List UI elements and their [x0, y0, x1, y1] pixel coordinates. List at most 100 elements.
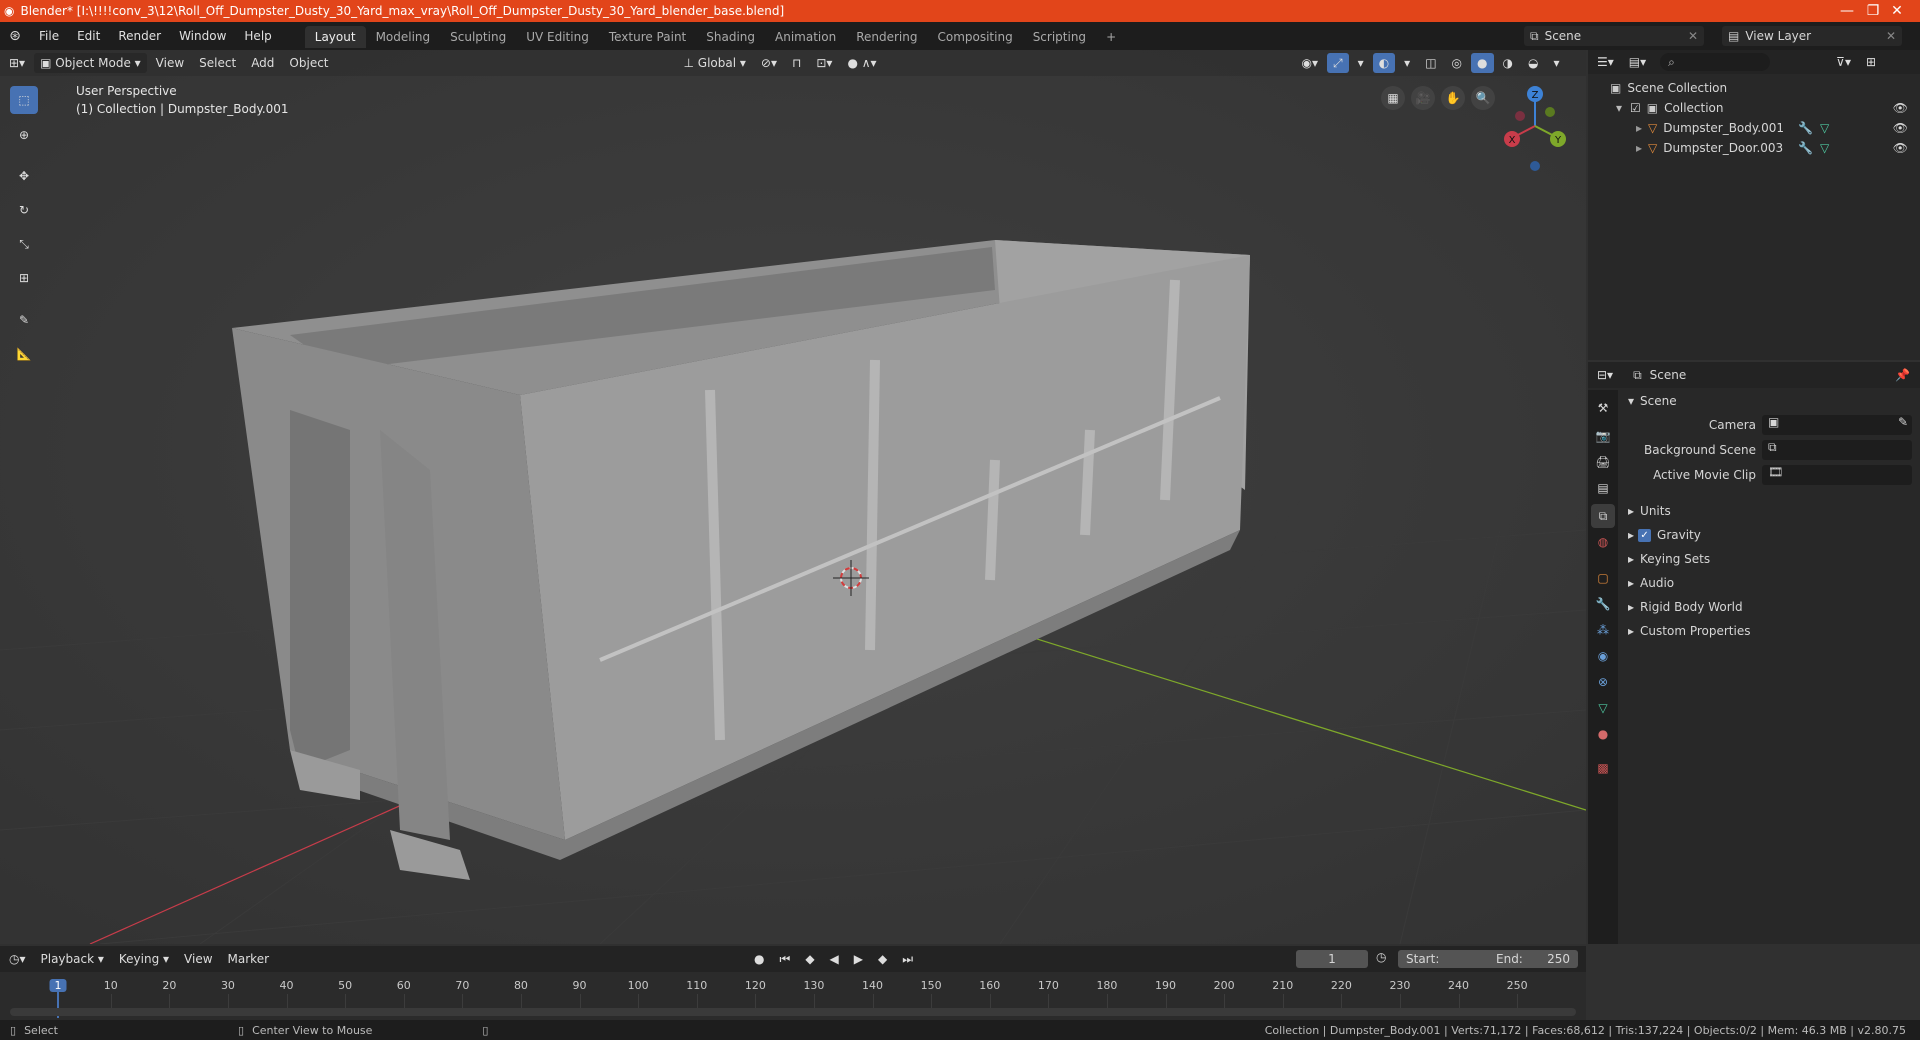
material-tab[interactable]: ● [1591, 722, 1615, 746]
snap-icon[interactable]: ⊓ [786, 53, 807, 73]
outliner-editor-type-icon[interactable]: ☰▾ [1591, 52, 1620, 72]
zoom-view-button[interactable]: 🔍 [1471, 86, 1495, 110]
current-frame-indicator[interactable]: 1 [49, 979, 67, 992]
menu-file[interactable]: File [30, 22, 68, 50]
properties-editor-type-icon[interactable]: ⊟▾ [1591, 365, 1619, 385]
menu-window[interactable]: Window [170, 22, 235, 50]
scene-tab[interactable]: ⧉ [1591, 504, 1615, 528]
scale-tool[interactable]: ⤡ [10, 230, 38, 258]
expand-arrow-icon[interactable]: ▸ [1636, 121, 1642, 135]
transform-orientation-dropdown[interactable]: ⊥ Global ▾ [678, 53, 752, 73]
rendered-shading-icon[interactable]: ◒ [1522, 53, 1544, 73]
pan-view-button[interactable]: ✋ [1441, 86, 1465, 110]
scene-name-field[interactable]: Scene [1545, 29, 1582, 43]
tab-uv-editing[interactable]: UV Editing [516, 26, 599, 48]
overlay-dropdown-icon[interactable]: ▾ [1398, 53, 1416, 73]
measure-tool[interactable]: 📐 [10, 340, 38, 368]
constraints-tab[interactable]: ⊗ [1591, 670, 1615, 694]
new-collection-icon[interactable]: ⊞ [1860, 52, 1882, 72]
outliner[interactable]: ☰▾ ▤▾ ⌕ ⊽▾ ⊞ ▣ Scene Collection ▾ ☑ ▣ Co… [1588, 50, 1920, 360]
blender-menu-icon[interactable]: ⊛ [0, 28, 30, 44]
tab-scripting[interactable]: Scripting [1023, 26, 1096, 48]
navigation-gizmo[interactable]: Z X Y [1500, 84, 1570, 174]
collapse-arrow-icon[interactable]: ▸ [1628, 624, 1634, 638]
tool-tab[interactable]: ⚒ [1591, 396, 1615, 420]
object-mode-dropdown[interactable]: ▣ Object Mode ▾ [34, 53, 147, 73]
tab-layout[interactable]: Layout [304, 26, 366, 48]
camera-view-button[interactable]: 🎥 [1411, 86, 1435, 110]
collapse-arrow-icon[interactable]: ▸ [1628, 600, 1634, 614]
eyedropper-icon[interactable]: ✎ [1898, 415, 1908, 429]
timeline[interactable]: ◷▾ Playback ▾ Keying ▾ View Marker ● ⏮ ◆… [0, 946, 1586, 1022]
outliner-collection[interactable]: ▾ ☑ ▣ Collection 👁 [1588, 98, 1920, 118]
filter-icon[interactable]: ⊽▾ [1830, 52, 1857, 72]
close-button[interactable]: ✕ [1874, 0, 1920, 22]
tab-animation[interactable]: Animation [765, 26, 846, 48]
select-box-tool[interactable]: ⬚ [10, 86, 38, 114]
close-icon[interactable]: ✕ [1886, 29, 1896, 43]
xray-icon[interactable]: ◫ [1419, 53, 1442, 73]
modifiers-tab[interactable]: 🔧 [1591, 592, 1615, 616]
close-icon[interactable]: ✕ [1688, 29, 1698, 43]
active-movie-clip-field[interactable]: 🎞 [1762, 465, 1912, 485]
custom-properties-panel-header[interactable]: ▸ Custom Properties [1622, 620, 1916, 642]
add-workspace-button[interactable]: + [1096, 26, 1126, 48]
tab-sculpting[interactable]: Sculpting [440, 26, 516, 48]
expand-arrow-icon[interactable]: ▾ [1616, 101, 1622, 115]
expand-arrow-icon[interactable]: ▸ [1636, 141, 1642, 155]
collapse-arrow-icon[interactable]: ▸ [1628, 576, 1634, 590]
pivot-point-icon[interactable]: ⊘▾ [755, 53, 783, 73]
gizmo-dropdown-icon[interactable]: ▾ [1352, 53, 1370, 73]
audio-panel-header[interactable]: ▸ Audio [1622, 572, 1916, 594]
render-tab[interactable]: 📷 [1591, 424, 1615, 448]
data-tab[interactable]: ▽ [1591, 696, 1615, 720]
viewport-menu-select[interactable]: Select [193, 53, 242, 73]
wireframe-shading-icon[interactable]: ◎ [1446, 53, 1468, 73]
units-panel-header[interactable]: ▸ Units [1622, 500, 1916, 522]
outliner-scene-collection[interactable]: ▣ Scene Collection [1588, 78, 1920, 98]
gravity-panel-header[interactable]: ▸ ✓ Gravity [1622, 524, 1916, 546]
visibility-icon[interactable]: ◉▾ [1296, 53, 1325, 73]
viewport-menu-view[interactable]: View [150, 53, 190, 73]
camera-field[interactable]: ▣ ✎ [1762, 415, 1912, 435]
editor-type-icon[interactable]: ⊞▾ [3, 53, 31, 73]
tab-rendering[interactable]: Rendering [846, 26, 927, 48]
keying-sets-panel-header[interactable]: ▸ Keying Sets [1622, 548, 1916, 570]
view-layer-name-field[interactable]: View Layer [1745, 29, 1811, 43]
snap-target-icon[interactable]: ⊡▾ [810, 53, 838, 73]
toggle-ortho-button[interactable]: ▦ [1381, 86, 1405, 110]
texture-tab[interactable]: ▩ [1591, 756, 1615, 780]
menu-edit[interactable]: Edit [68, 22, 109, 50]
shading-dropdown-icon[interactable]: ▾ [1547, 53, 1565, 73]
particles-tab[interactable]: ⁂ [1591, 618, 1615, 642]
collapse-arrow-icon[interactable]: ▸ [1628, 504, 1634, 518]
output-tab[interactable]: 🖨 [1591, 450, 1615, 474]
annotate-tool[interactable]: ✎ [10, 306, 38, 334]
proportional-edit-icon[interactable]: ● ∧▾ [841, 53, 882, 73]
background-scene-field[interactable]: ⧉ [1762, 440, 1912, 460]
outliner-search-input[interactable] [1674, 54, 1755, 70]
collapse-arrow-icon[interactable]: ▸ [1628, 552, 1634, 566]
object-tab[interactable]: ▢ [1591, 566, 1615, 590]
viewport-menu-add[interactable]: Add [245, 53, 280, 73]
tab-modeling[interactable]: Modeling [366, 26, 441, 48]
material-shading-icon[interactable]: ◑ [1497, 53, 1519, 73]
scene-panel-header[interactable]: ▾ Scene [1622, 390, 1916, 412]
timeline-scrollbar[interactable] [10, 1008, 1576, 1016]
rotate-tool[interactable]: ↻ [10, 196, 38, 224]
world-tab[interactable]: ◍ [1591, 530, 1615, 554]
display-mode-icon[interactable]: ▤▾ [1623, 52, 1652, 72]
eye-icon[interactable]: 👁 [1893, 101, 1908, 115]
menu-help[interactable]: Help [235, 22, 280, 50]
rigid-body-world-panel-header[interactable]: ▸ Rigid Body World [1622, 596, 1916, 618]
cursor-tool[interactable]: ⊕ [10, 121, 38, 149]
outliner-object-row[interactable]: ▸ ▽ Dumpster_Body.001 🔧 ▽ 👁 [1588, 118, 1920, 138]
transform-tool[interactable]: ⊞ [10, 264, 38, 292]
gizmo-toggle-icon[interactable]: ⤢ [1327, 53, 1349, 73]
properties-editor[interactable]: ⊟▾ ⧉ Scene 📌 ⚒ 📷 🖨 ▤ ⧉ ◍ ▢ 🔧 ⁂ ◉ ⊗ ▽ ● ▩… [1588, 362, 1920, 944]
solid-shading-icon[interactable]: ● [1471, 53, 1494, 73]
gravity-checkbox[interactable]: ✓ [1638, 528, 1652, 542]
tab-compositing[interactable]: Compositing [927, 26, 1022, 48]
outliner-object-row[interactable]: ▸ ▽ Dumpster_Door.003 🔧 ▽ 👁 [1588, 138, 1920, 158]
eye-icon[interactable]: 👁 [1893, 121, 1908, 135]
